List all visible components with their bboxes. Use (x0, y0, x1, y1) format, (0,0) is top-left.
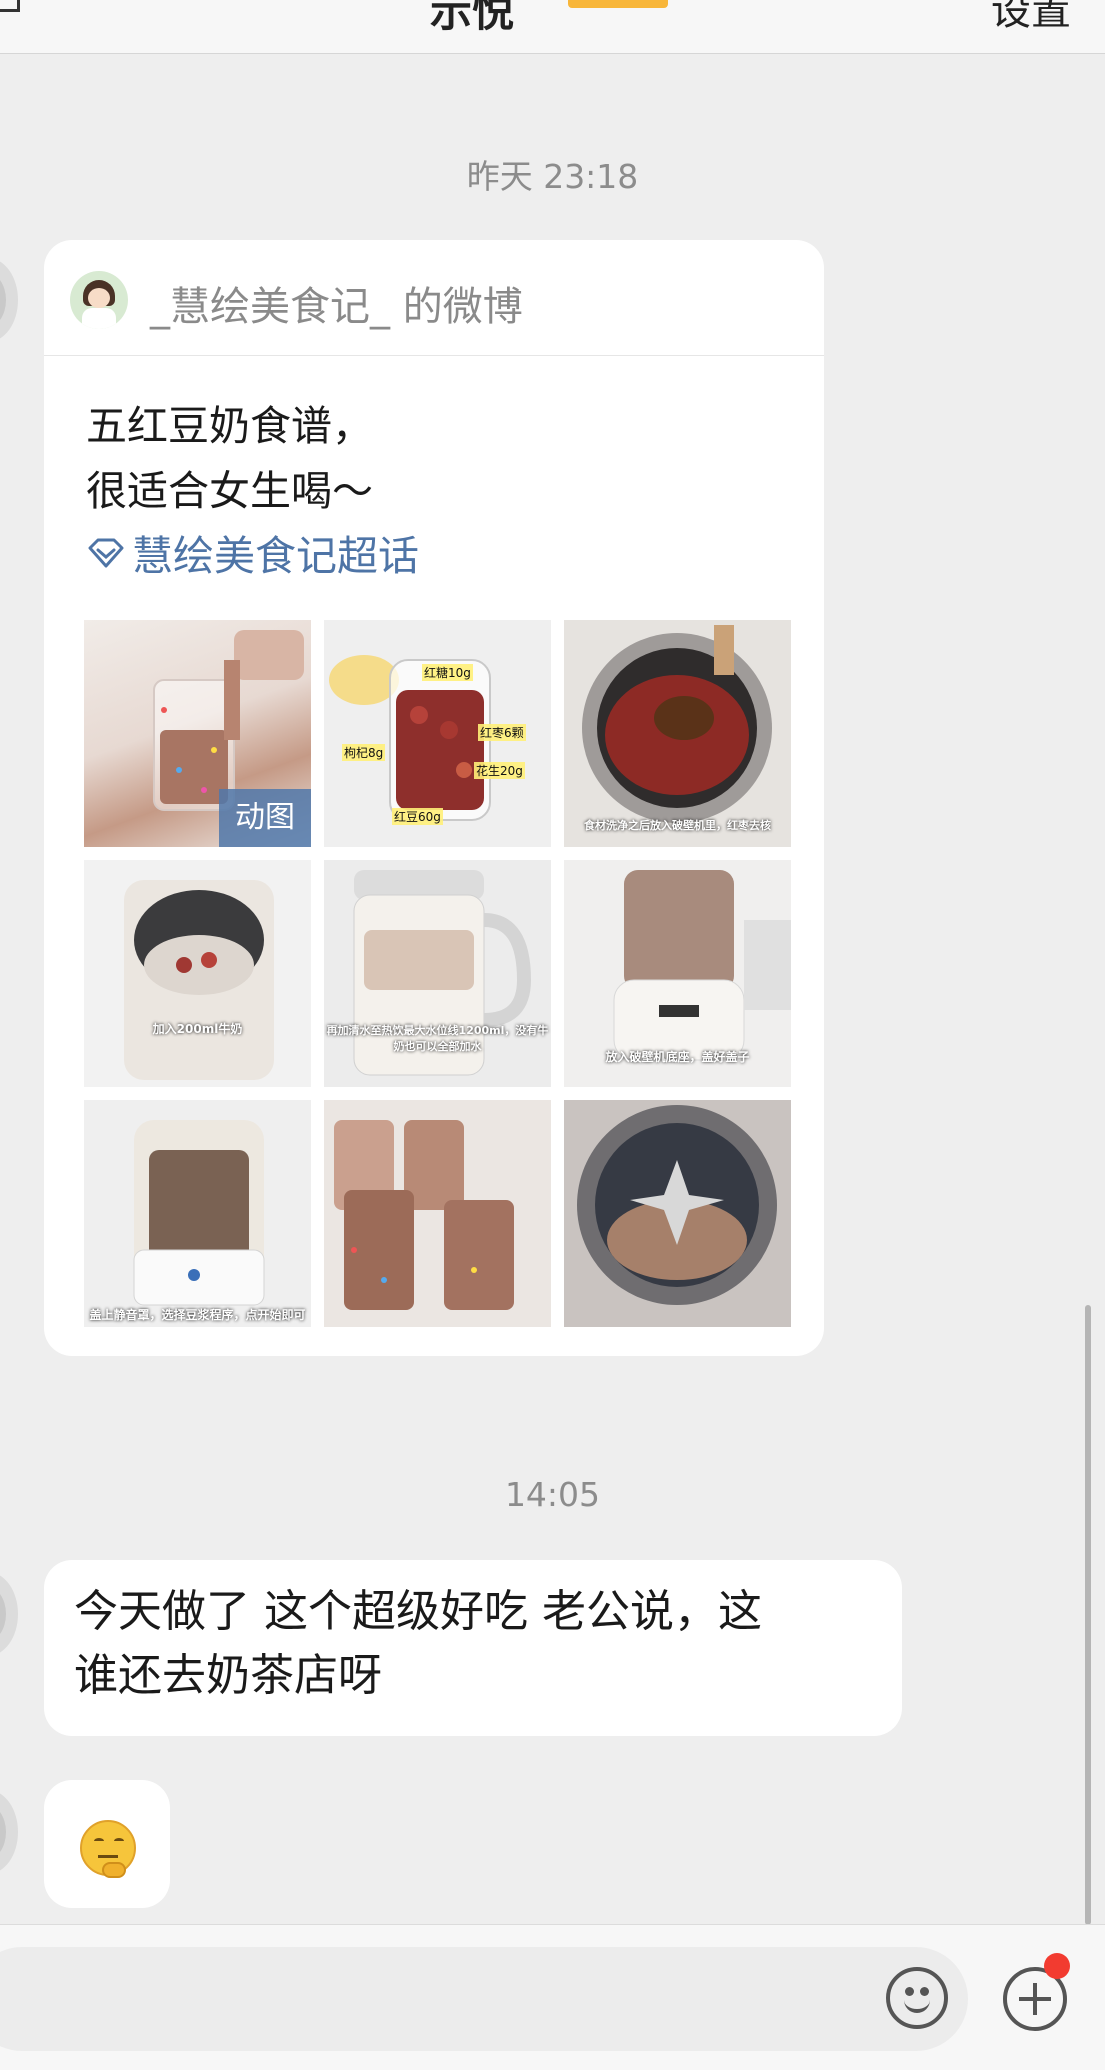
image-tile[interactable]: 盖上静音罩，选择豆浆程序，点开始即可 (84, 1100, 311, 1327)
blender-milk-image (124, 880, 274, 1080)
shared-weibo-card[interactable]: _慧绘美食记_ 的微博 五红豆奶食谱， 很适合女生喝～ 慧绘美食记超话 动图 红… (44, 240, 824, 1356)
image-tile[interactable] (324, 1100, 551, 1327)
emoji-eye (920, 1987, 929, 1996)
emoji-smile (904, 1999, 930, 2013)
timestamp: 昨天 23:18 (466, 157, 639, 196)
message-bubble[interactable]: 今天做了 这个超级好吃 老公说，这 谁还去奶茶店呀 (44, 1560, 902, 1736)
settings-button[interactable]: 设置 (991, 0, 1071, 36)
chat-title: 示悦 (430, 0, 515, 36)
image-tile[interactable] (564, 1100, 791, 1327)
back-icon[interactable] (0, 0, 20, 12)
avatar[interactable] (0, 258, 18, 342)
ingredient-label: 红豆60g (392, 808, 443, 825)
ingredient-label: 红糖10g (422, 664, 473, 681)
weibo-source: _慧绘美食记_ 的微博 (150, 284, 523, 330)
diamond-icon (88, 538, 124, 568)
image-caption: 放入破壁机底座，盖好盖子 (605, 1050, 750, 1064)
message-text: 谁还去奶茶店呀 (74, 1650, 382, 1701)
post-text-line: 五红豆奶食谱， (86, 402, 373, 450)
image-grid: 动图 红糖10g 红枣6颗 枸杞8g 花生20g 红豆60g 食材洗净之后放入破… (84, 620, 796, 1327)
title-badge (568, 0, 668, 8)
thinking-emoji-icon (80, 1820, 136, 1878)
avatar[interactable] (0, 1572, 18, 1656)
image-tile[interactable]: 食材洗净之后放入破壁机里，红枣去核 (564, 620, 791, 847)
blender-ingredients-image (582, 625, 772, 823)
message-input[interactable] (0, 1947, 968, 2051)
image-tile[interactable]: 放入破壁机底座，盖好盖子 (564, 860, 791, 1087)
image-caption: 加入200ml牛奶 (152, 1022, 243, 1036)
notification-dot (1044, 1953, 1070, 1979)
image-caption: 食材洗净之后放入破壁机里，红枣去核 (584, 819, 771, 832)
topic-link[interactable]: 慧绘美食记超话 (86, 522, 419, 582)
finished-drinks-image (334, 1120, 514, 1310)
timestamp: 14:05 (504, 1475, 601, 1514)
input-bar (0, 1924, 1105, 2070)
post-text-line: 很适合女生喝～ (86, 467, 373, 515)
ingredient-label: 花生20g (474, 762, 525, 779)
weibo-author-avatar (70, 271, 128, 329)
topic-label: 慧绘美食记超话 (132, 532, 419, 580)
image-tile[interactable]: 红糖10g 红枣6颗 枸杞8g 花生20g 红豆60g (324, 620, 551, 847)
avatar[interactable] (0, 1790, 18, 1874)
blended-result-image (577, 1105, 777, 1305)
emoji-message-bubble[interactable] (44, 1780, 170, 1908)
image-tile[interactable]: 动图 (84, 620, 311, 847)
ingredient-label: 红枣6颗 (478, 724, 526, 741)
image-tile[interactable]: 加入200ml牛奶 (84, 860, 311, 1087)
ingredient-label: 枸杞8g (342, 744, 386, 761)
emoji-eye (905, 1987, 914, 1996)
scrollbar[interactable] (1085, 1305, 1091, 1925)
image-caption: 再加清水至热饮最大水位线1200ml，没有牛奶也可以全部加水 (326, 1024, 549, 1053)
card-header[interactable]: _慧绘美食记_ 的微博 (44, 240, 824, 356)
image-caption: 盖上静音罩，选择豆浆程序，点开始即可 (89, 1308, 306, 1322)
gif-badge: 动图 (219, 789, 311, 847)
top-bar: 示悦 设置 (0, 0, 1105, 54)
message-text: 今天做了 这个超级好吃 老公说，这 (74, 1586, 762, 1637)
blender-cover-image (133, 1120, 265, 1306)
image-tile[interactable]: 再加清水至热饮最大水位线1200ml，没有牛奶也可以全部加水 (324, 860, 551, 1087)
emoji-button[interactable] (886, 1967, 948, 2029)
